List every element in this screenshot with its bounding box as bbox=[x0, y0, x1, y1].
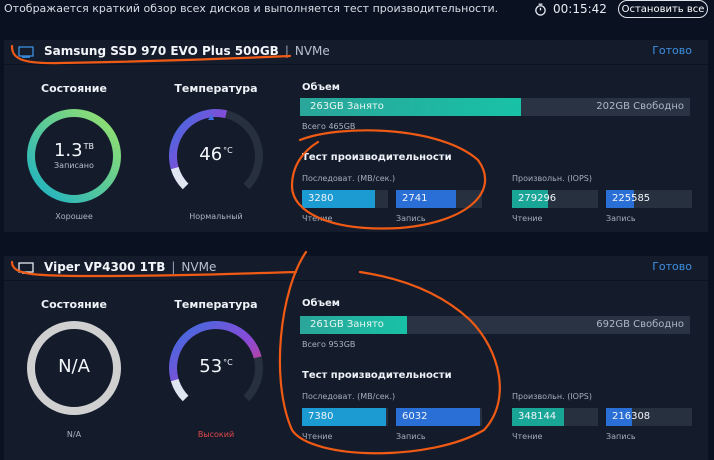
drive-model: Viper VP4300 1TB bbox=[44, 260, 166, 274]
volume-title: Объем bbox=[302, 82, 340, 93]
perf-title: Тест производительности bbox=[302, 370, 452, 381]
perf-title: Тест производительности bbox=[302, 152, 452, 163]
drive-separator: | bbox=[284, 44, 289, 58]
volume-used: 263GB Занято bbox=[310, 101, 384, 112]
state-label: Хорошее bbox=[55, 212, 93, 221]
drive-icon bbox=[18, 46, 34, 58]
seq-read-caption: Чтение bbox=[302, 214, 333, 223]
iops-read-value: 279296 bbox=[518, 193, 557, 204]
iops-write-caption: Запись bbox=[606, 214, 636, 223]
seq-read-bar: 7380 bbox=[302, 408, 388, 426]
drive-status: Готово bbox=[652, 260, 692, 273]
seq-read-value: 7380 bbox=[308, 411, 334, 422]
state-unit: TB bbox=[83, 142, 94, 151]
volume-free: 692GB Свободно bbox=[596, 319, 684, 330]
iops-read-bar: 348144 bbox=[512, 408, 598, 426]
iops-write-value: 216308 bbox=[612, 411, 651, 422]
elapsed-timer: 00:15:42 bbox=[534, 2, 607, 16]
iops-read-caption: Чтение bbox=[512, 214, 543, 223]
volume-free: 202GB Свободно bbox=[596, 101, 684, 112]
iops-read-value: 348144 bbox=[518, 411, 557, 422]
temp-value: 46 bbox=[199, 144, 223, 165]
iops-write-bar: 225585 bbox=[606, 190, 692, 208]
drive-name: Samsung SSD 970 EVO Plus 500GB | NVMe bbox=[44, 44, 330, 58]
stopwatch-icon bbox=[535, 3, 546, 16]
drive-header: Samsung SSD 970 EVO Plus 500GB | NVMe Гото… bbox=[4, 40, 708, 65]
seq-write-value: 6032 bbox=[402, 411, 428, 422]
stop-all-button[interactable]: Остановить все bbox=[618, 0, 708, 18]
overview-description: Отображается краткий обзор всех дисков и… bbox=[4, 2, 499, 15]
temp-label: Высокий bbox=[197, 430, 235, 439]
iops-write-value: 225585 bbox=[612, 193, 651, 204]
temp-unit: °C bbox=[223, 146, 233, 155]
temp-readout: 53°C bbox=[166, 356, 266, 377]
drive-icon bbox=[18, 262, 34, 274]
seq-label: Последоват. (MB/сек.) bbox=[302, 174, 396, 183]
drive-interface: NVMe bbox=[294, 44, 330, 58]
temp-readout: 46°C bbox=[166, 144, 266, 165]
temp-title: Температура bbox=[174, 298, 258, 311]
volume-used: 261GB Занято bbox=[310, 319, 384, 330]
seq-read-bar: 3280 bbox=[302, 190, 388, 208]
temp-value: 53 bbox=[199, 356, 223, 377]
seq-label: Последоват. (MB/сек.) bbox=[302, 392, 396, 401]
temp-title: Температура bbox=[174, 82, 258, 95]
seq-read-value: 3280 bbox=[308, 193, 334, 204]
state-sub: Записано bbox=[54, 161, 94, 170]
iops-write-bar: 216308 bbox=[606, 408, 692, 426]
top-bar: Отображается краткий обзор всех дисков и… bbox=[0, 0, 714, 22]
volume-title: Объем bbox=[302, 298, 340, 309]
seq-read-caption: Чтение bbox=[302, 432, 333, 441]
state-title: Состояние bbox=[41, 82, 107, 95]
iops-write-caption: Запись bbox=[606, 432, 636, 441]
state-value: 1.3 bbox=[53, 140, 83, 161]
state-title: Состояние bbox=[41, 298, 107, 311]
state-readout: N/A bbox=[24, 356, 124, 377]
state-readout: 1.3TB Записано bbox=[24, 140, 124, 170]
iops-read-bar: 279296 bbox=[512, 190, 598, 208]
seq-write-bar: 2741 bbox=[396, 190, 482, 208]
temp-unit: °C bbox=[223, 358, 233, 367]
drive-separator: | bbox=[171, 260, 176, 274]
state-value: N/A bbox=[58, 356, 90, 377]
drive-card-samsung: Samsung SSD 970 EVO Plus 500GB | NVMe Гото… bbox=[4, 40, 708, 232]
timer-value: 00:15:42 bbox=[553, 2, 607, 16]
drive-header: Viper VP4300 1TB | NVMe Готово bbox=[4, 256, 708, 281]
seq-write-value: 2741 bbox=[402, 193, 428, 204]
seq-write-caption: Запись bbox=[396, 214, 426, 223]
volume-bar: 263GB Занято 202GB Свободно bbox=[300, 98, 690, 116]
volume-bar: 261GB Занято 692GB Свободно bbox=[300, 316, 690, 334]
iops-label: Произвольн. (IOPS) bbox=[512, 392, 592, 401]
drive-interface: NVMe bbox=[181, 260, 217, 274]
seq-write-caption: Запись bbox=[396, 432, 426, 441]
drive-model: Samsung SSD 970 EVO Plus 500GB bbox=[44, 44, 279, 58]
drive-name: Viper VP4300 1TB | NVMe bbox=[44, 260, 216, 274]
temp-label: Нормальный bbox=[189, 212, 243, 221]
drive-card-viper: Viper VP4300 1TB | NVMe Готово Состояние N… bbox=[4, 256, 708, 460]
seq-write-bar: 6032 bbox=[396, 408, 482, 426]
iops-label: Произвольн. (IOPS) bbox=[512, 174, 592, 183]
volume-total: Всего 953GB bbox=[302, 340, 356, 349]
drive-status: Готово bbox=[652, 44, 692, 57]
state-label: N/A bbox=[66, 430, 82, 439]
iops-read-caption: Чтение bbox=[512, 432, 543, 441]
volume-total: Всего 465GB bbox=[302, 122, 356, 131]
